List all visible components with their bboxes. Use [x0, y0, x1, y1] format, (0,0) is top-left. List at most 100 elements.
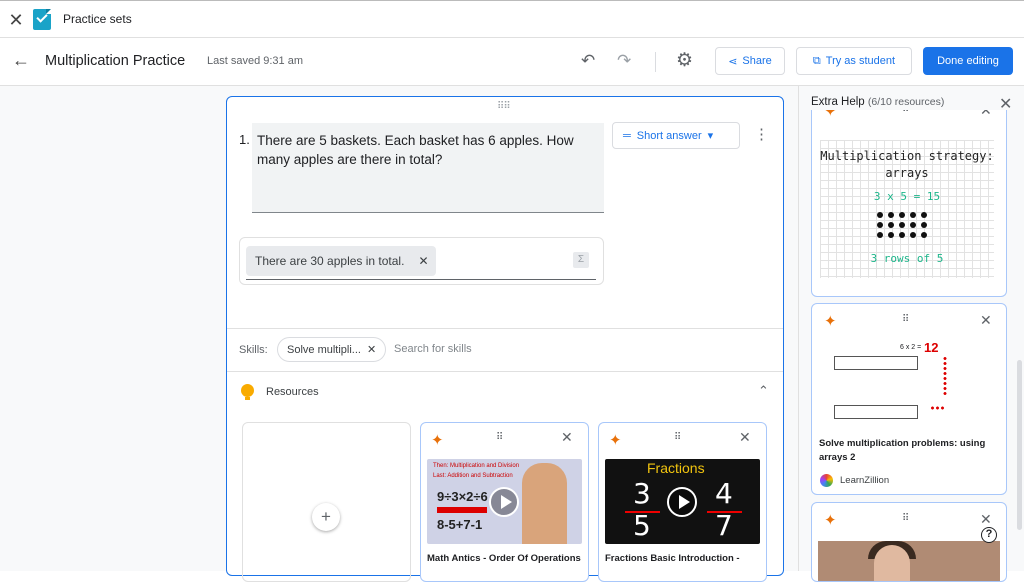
- img-equation: 6 x 2 =: [900, 344, 922, 351]
- fraction-digit: 5: [633, 509, 651, 542]
- resource-count: (6/10 resources): [867, 96, 945, 108]
- try-label: Try as student: [825, 55, 896, 67]
- thumb-heading: Fractions: [647, 460, 705, 476]
- gear-icon[interactable]: ⚙: [676, 49, 693, 72]
- share-label: Share: [742, 55, 772, 67]
- close-icon[interactable]: ✕: [739, 429, 751, 446]
- close-icon[interactable]: ✕: [980, 511, 992, 528]
- drag-handle-icon[interactable]: ⠿: [674, 432, 681, 443]
- person-face: [874, 545, 910, 581]
- arrays-caption: 3 rows of 5: [870, 252, 944, 265]
- answer-text: There are 30 apples in total.: [255, 254, 405, 268]
- red-arrow: [437, 507, 487, 513]
- close-icon[interactable]: ✕: [6, 10, 26, 31]
- extra-help-card[interactable]: ✦ ⠿ ✕ 6 x 2 = 12 Solve multiplication pr…: [811, 303, 1007, 495]
- help-icon[interactable]: ?: [981, 527, 997, 543]
- drag-handle-icon[interactable]: ⠿: [902, 513, 909, 524]
- chevron-up-icon[interactable]: ⌃: [758, 383, 769, 399]
- drag-handle-icon[interactable]: ⠿: [496, 432, 503, 443]
- skills-label: Skills:: [239, 344, 268, 356]
- question-type-dropdown[interactable]: ═ Short answer ▾: [612, 122, 740, 149]
- extra-help-card[interactable]: ✦ ⠿ ✕ Multiplication strategy: arrays 3 x…: [811, 110, 1007, 297]
- app-title: Practice sets: [63, 12, 132, 26]
- question-text[interactable]: There are 5 baskets. Each basket has 6 a…: [257, 131, 577, 169]
- sparkle-icon: ✦: [824, 512, 837, 529]
- divider: [227, 328, 783, 329]
- app-bar: ✕ Practice sets: [0, 0, 1024, 38]
- resource-card[interactable]: ✦ ⠿ ✕ Then: Multiplication and Division …: [420, 422, 589, 582]
- close-icon[interactable]: ✕: [418, 254, 428, 268]
- arrays-heading-line1: Multiplication strategy:: [820, 149, 994, 163]
- resource-image[interactable]: Multiplication strategy: arrays 3 x 5 = 1…: [820, 140, 994, 278]
- img-red-dots: [942, 356, 948, 396]
- resource-card[interactable]: ✦ ⠿ ✕ Fractions 3 5 4 7 Fractions Basic …: [598, 422, 767, 582]
- question-card[interactable]: ⠿⠿ 1. There are 5 baskets. Each basket h…: [226, 96, 784, 582]
- resource-image[interactable]: [818, 541, 1000, 581]
- divider: [655, 52, 656, 72]
- close-icon[interactable]: ✕: [980, 312, 992, 329]
- editor-header: ← Multiplication Practice Last saved 9:3…: [0, 38, 1024, 86]
- resources-label: Resources: [266, 386, 319, 398]
- resource-title[interactable]: Fractions Basic Introduction -: [605, 553, 765, 564]
- close-icon[interactable]: ✕: [367, 343, 376, 356]
- play-icon[interactable]: [489, 487, 519, 517]
- practice-sets-logo: [33, 9, 51, 30]
- sparkle-icon: ✦: [824, 110, 837, 120]
- resource-title[interactable]: Solve multiplication problems: using arr…: [819, 437, 999, 465]
- learnzillion-logo: [820, 474, 833, 487]
- undo-icon[interactable]: ↶: [581, 51, 595, 71]
- skill-chip-label: Solve multipli...: [287, 343, 361, 356]
- math-equation-icon[interactable]: Σ: [573, 252, 589, 268]
- drag-handle-icon[interactable]: ⠿⠿: [497, 101, 511, 112]
- page-title: Multiplication Practice: [45, 53, 186, 69]
- img-table: [834, 356, 918, 370]
- extra-help-panel: Extra Help (6/10 resources) ✕ ✦ ⠿ ✕ Mult…: [799, 86, 1024, 582]
- add-icon[interactable]: +: [312, 503, 340, 531]
- skill-chip[interactable]: Solve multipli... ✕: [277, 337, 386, 362]
- sparkle-icon: ✦: [824, 313, 837, 330]
- share-icon: ⋖: [728, 55, 738, 68]
- share-button[interactable]: ⋖ Share: [715, 47, 785, 75]
- done-editing-button[interactable]: Done editing: [923, 47, 1013, 75]
- lightbulb-icon: [241, 384, 254, 400]
- open-in-new-icon: ⧉: [812, 54, 821, 67]
- img-red-dots: [930, 406, 944, 410]
- resource-source: LearnZillion: [840, 475, 890, 486]
- arrays-equation: 3 x 5 = 15: [873, 190, 941, 203]
- more-vert-icon[interactable]: ⋮: [754, 125, 769, 143]
- last-saved: Last saved 9:31 am: [207, 55, 304, 67]
- scrollbar[interactable]: [1017, 360, 1022, 530]
- thumb-math2: 8-5+7-1: [437, 517, 483, 532]
- skills-search-input[interactable]: Search for skills: [394, 343, 472, 355]
- fraction-bar: [707, 511, 742, 513]
- video-thumbnail[interactable]: Then: Multiplication and Division Last: …: [427, 459, 582, 544]
- extra-help-card[interactable]: ✦ ⠿ ✕: [811, 502, 1007, 582]
- video-thumbnail[interactable]: Fractions 3 5 4 7: [605, 459, 760, 544]
- answer-box[interactable]: There are 30 apples in total. ✕ Σ: [239, 237, 604, 285]
- question-number: 1.: [239, 132, 250, 147]
- dot-array: [877, 212, 933, 238]
- img-answer: 12: [924, 340, 939, 355]
- answer-chip[interactable]: There are 30 apples in total. ✕: [246, 246, 436, 276]
- thumb-line2: Last: Addition and Subtraction: [433, 473, 513, 479]
- question-type-label: Short answer: [636, 129, 702, 142]
- sparkle-icon: ✦: [609, 432, 622, 449]
- fraction-digit: 7: [715, 509, 733, 542]
- resource-title[interactable]: Math Antics - Order Of Operations: [427, 553, 587, 564]
- answer-underline: [246, 279, 596, 280]
- thumb-math: 9÷3×2÷6: [437, 489, 488, 504]
- drag-handle-icon[interactable]: ⠿: [902, 314, 909, 325]
- close-icon[interactable]: ✕: [561, 429, 573, 446]
- presenter-image: [522, 463, 567, 544]
- thumb-line1: Then: Multiplication and Division: [433, 463, 520, 469]
- fraction-digit: 4: [715, 477, 733, 510]
- resource-image[interactable]: 6 x 2 = 12: [820, 340, 1000, 425]
- drag-handle-icon[interactable]: ⠿: [902, 110, 909, 115]
- redo-icon[interactable]: ↷: [617, 51, 631, 71]
- add-resource-card[interactable]: +: [242, 422, 411, 582]
- close-icon[interactable]: ✕: [980, 110, 992, 119]
- play-icon[interactable]: [667, 487, 697, 517]
- arrays-heading: Multiplication strategy: arrays: [820, 148, 994, 182]
- try-as-student-button[interactable]: ⧉ Try as student: [796, 47, 912, 75]
- back-icon[interactable]: ←: [12, 50, 30, 71]
